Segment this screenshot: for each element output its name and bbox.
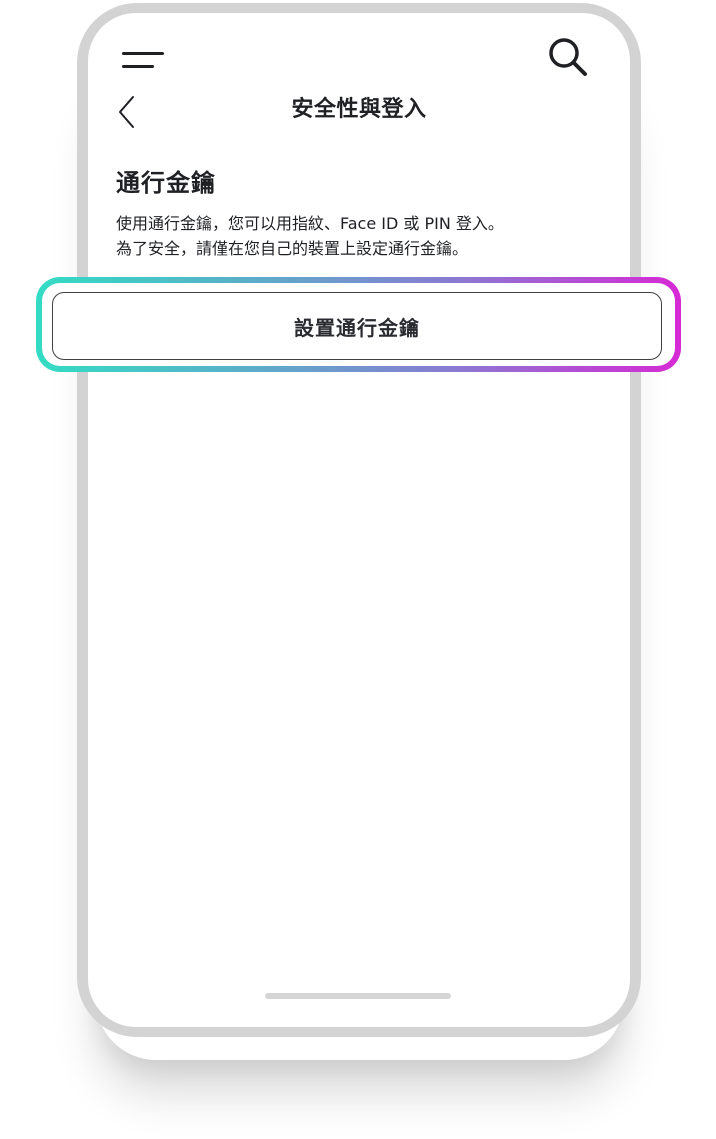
- passkey-description: 使用通行金鑰，您可以用指紋、Face ID 或 PIN 登入。 為了安全，請僅在…: [116, 211, 576, 261]
- page-title: 安全性與登入: [291, 97, 427, 122]
- home-indicator: [265, 993, 451, 999]
- phone-screen: 安全性與登入 通行金鑰 使用通行金鑰，您可以用指紋、Face ID 或 PIN …: [88, 13, 630, 1027]
- setup-passkey-button[interactable]: 設置通行金鑰: [52, 292, 662, 360]
- passkey-description-line-1: 使用通行金鑰，您可以用指紋、Face ID 或 PIN 登入。: [116, 214, 504, 233]
- menu-icon[interactable]: [122, 50, 164, 70]
- passkey-description-line-2: 為了安全，請僅在您自己的裝置上設定通行金鑰。: [116, 239, 469, 258]
- search-icon[interactable]: [547, 36, 589, 78]
- passkey-heading: 通行金鑰: [116, 169, 216, 197]
